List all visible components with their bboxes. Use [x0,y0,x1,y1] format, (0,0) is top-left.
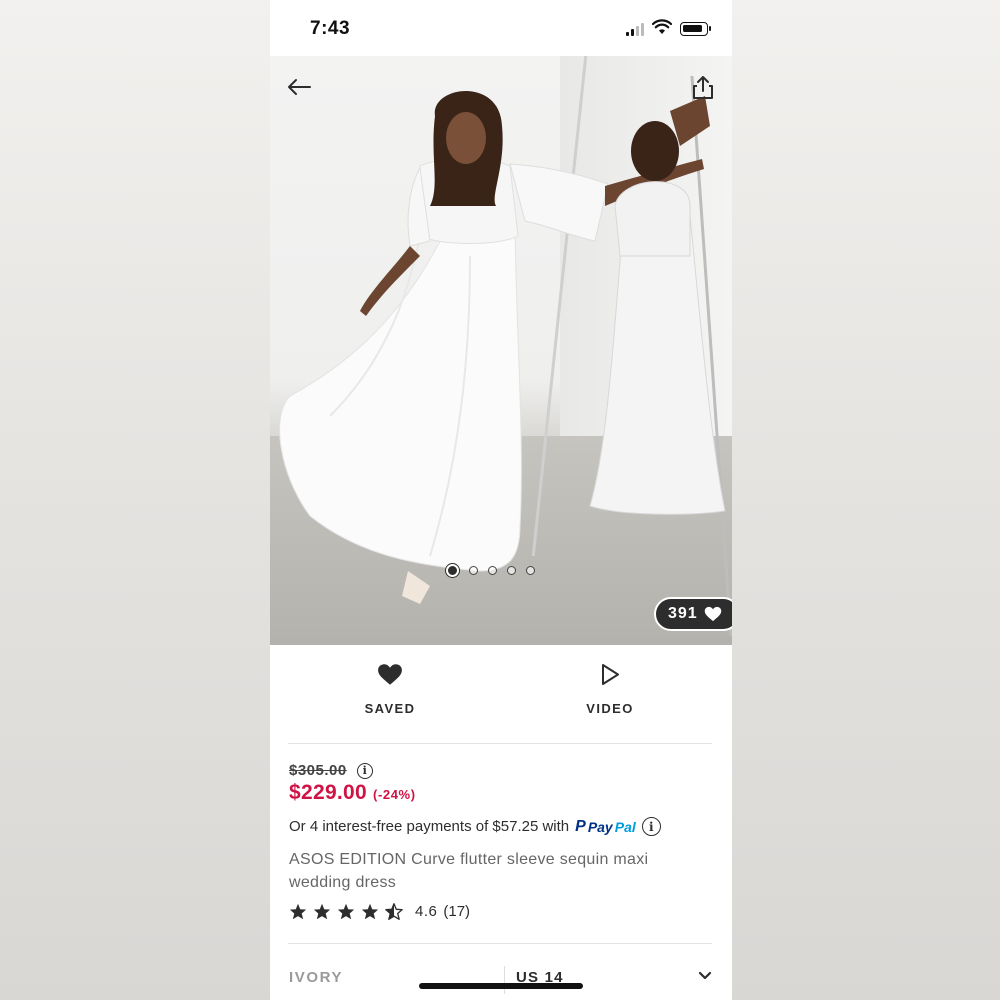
share-button[interactable] [686,70,720,104]
price-row: $229.00 (-24%) [289,781,416,805]
star-icon [313,903,331,920]
star-icon [337,903,355,920]
video-label: VIDEO [586,701,634,716]
save-button[interactable]: SAVED [330,663,450,716]
carousel-dot[interactable] [446,564,459,577]
current-price: $229.00 [289,781,368,804]
star-half-icon [385,903,403,920]
colour-value: IVORY [289,969,344,986]
back-button[interactable] [282,70,316,104]
installments-row: Or 4 interest-free payments of $57.25 wi… [289,817,661,836]
status-bar: 7:43 [270,0,732,56]
heart-icon [704,606,721,622]
rating-count: (17) [443,903,471,920]
star-icon [361,903,379,920]
info-icon[interactable]: i [356,762,373,779]
carousel-dot[interactable] [469,566,478,575]
likes-count: 391 [668,605,698,622]
discount-badge: (-24%) [373,787,416,802]
battery-icon [680,22,711,36]
likes-badge[interactable]: 391 [654,597,732,631]
paypal-icon: P [575,817,586,835]
installments-text: Or 4 interest-free payments of $57.25 wi… [289,818,570,835]
star-icon [289,903,307,920]
cellular-signal-icon [626,22,646,36]
variant-selector[interactable]: IVORY US 14 [270,960,732,1000]
heart-icon [378,664,402,685]
carousel-dot[interactable] [507,566,516,575]
info-icon[interactable]: i [641,817,661,836]
product-title: ASOS EDITION Curve flutter sleeve sequin… [289,851,649,891]
carousel-dots [446,564,535,577]
chevron-down-icon[interactable] [698,971,712,981]
wifi-icon [652,19,672,34]
video-button[interactable]: VIDEO [550,663,670,716]
model-figure [279,91,726,604]
star-rating [289,903,403,920]
carousel-dot[interactable] [526,566,535,575]
product-actions: SAVED VIDEO [270,645,732,743]
old-price: $305.00 [289,762,347,779]
old-price-row: $305.00 i [289,762,373,779]
carousel-dot[interactable] [488,566,497,575]
home-indicator[interactable] [419,983,583,989]
rating-value: 4.6 [415,903,438,920]
paypal-logo: P Pay Pal [575,817,636,835]
play-icon [602,664,619,685]
share-icon [693,76,713,99]
divider [288,743,712,744]
save-label: SAVED [364,701,416,716]
back-arrow-icon [288,79,311,95]
phone-screen: 7:43 391 SAVED VIDEO $305.00 i $229.00 (… [270,0,732,1000]
product-image[interactable]: 391 [270,56,732,645]
rating-row[interactable]: 4.6 (17) [289,903,470,920]
divider [288,943,712,944]
status-time: 7:43 [310,18,351,39]
divider [504,966,505,994]
